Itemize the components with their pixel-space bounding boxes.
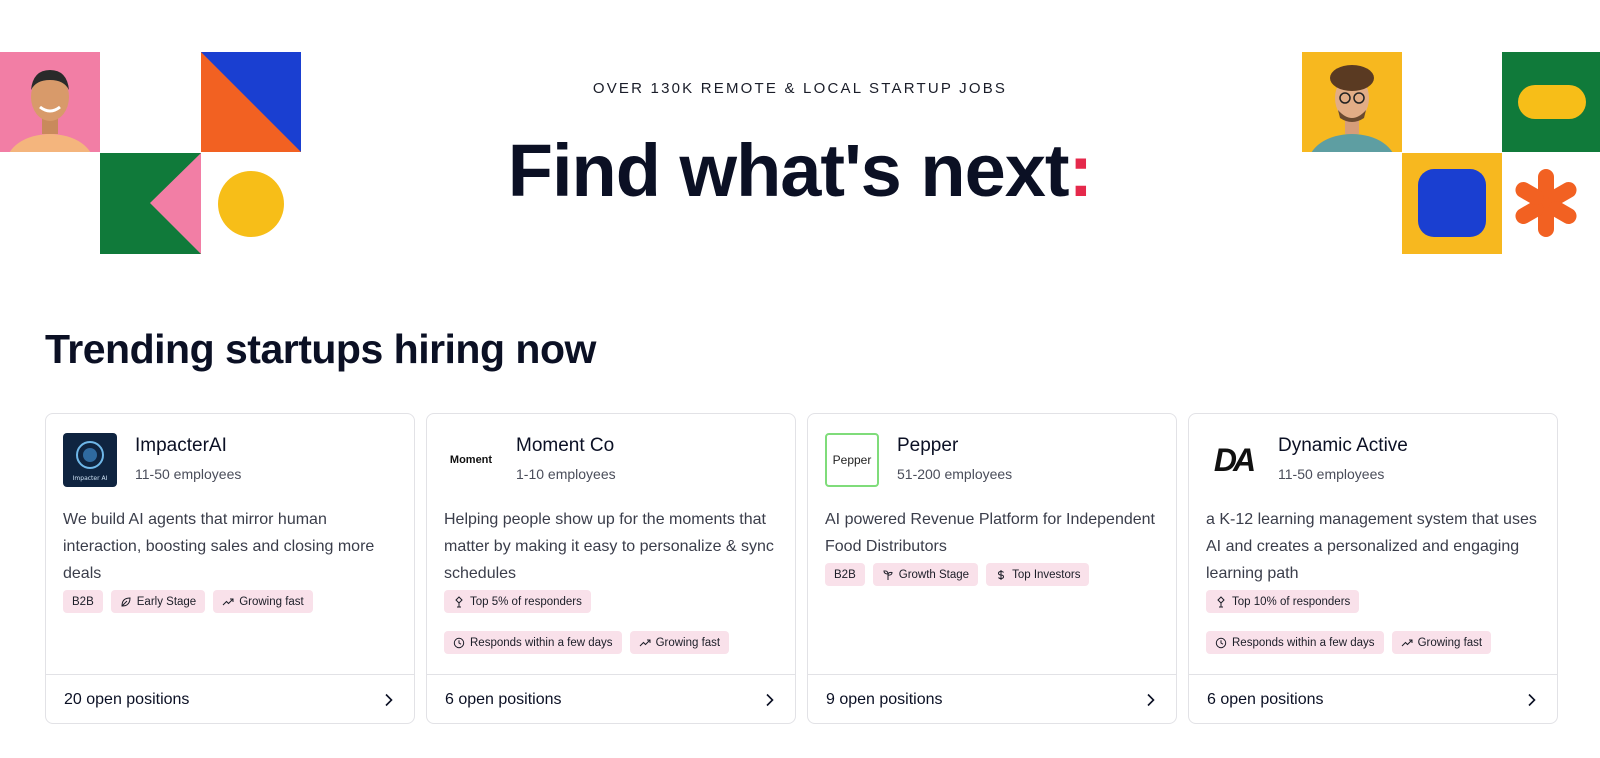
- chevron-right-icon: [1147, 693, 1155, 706]
- chevron-right-icon: [385, 693, 393, 706]
- leaf-icon: [121, 596, 131, 607]
- company-logo: DA: [1206, 433, 1260, 487]
- sprout-icon: [883, 569, 893, 580]
- company-logo-text: DA: [1213, 441, 1256, 478]
- company-size: 11-50 employees: [1278, 466, 1385, 482]
- tag: Growth Stage: [872, 563, 979, 586]
- company-description: a K-12 learning management system that u…: [1206, 511, 1537, 582]
- clock-icon: [453, 637, 465, 648]
- company-name[interactable]: Moment Co: [516, 435, 614, 457]
- chevron-right-icon: [766, 693, 774, 706]
- open-positions-text: 6 open positions: [445, 690, 562, 708]
- company-description: Helping people show up for the moments t…: [444, 511, 774, 582]
- hero-title-text: Find what's next: [507, 129, 1070, 212]
- startup-card[interactable]: DA Dynamic Active 11-50 employees a K-12…: [1188, 413, 1558, 724]
- award-icon: [1217, 595, 1225, 607]
- tag-list: Top 5% of responders Responds within a f…: [444, 590, 789, 654]
- tag: B2B: [825, 563, 865, 586]
- company-logo-text: Moment: [449, 454, 493, 466]
- open-positions-link[interactable]: 6 open positions: [427, 674, 795, 724]
- open-positions-link[interactable]: 6 open positions: [1189, 674, 1557, 724]
- tag: Responds within a few days: [444, 631, 622, 654]
- startup-card[interactable]: Moment Moment Co 1-10 employees Helping …: [426, 413, 796, 724]
- hero-eyebrow: OVER 130K REMOTE & LOCAL STARTUP JOBS: [592, 80, 1008, 97]
- tag: Responds within a few days: [1206, 631, 1384, 654]
- tag-list: B2B Early Stage Growing fast: [63, 590, 408, 613]
- open-positions-text: 9 open positions: [826, 690, 943, 708]
- tag: Growing fast: [1391, 631, 1492, 654]
- company-size: 1-10 employees: [516, 466, 616, 482]
- award-icon: [455, 595, 463, 607]
- section-title: Trending startups hiring now: [45, 326, 596, 372]
- trending-up-icon: [222, 598, 234, 605]
- tag: Early Stage: [110, 590, 206, 613]
- trending-up-icon: [1401, 639, 1413, 646]
- open-positions-link[interactable]: 20 open positions: [46, 674, 414, 724]
- trending-up-icon: [639, 639, 651, 646]
- tag: Top 5% of responders: [444, 590, 591, 613]
- chevron-right-icon: [1528, 693, 1536, 706]
- dollar-icon: [998, 569, 1005, 580]
- tag-list: B2B Growth Stage Top Investors: [825, 563, 1170, 586]
- tag: Top 10% of responders: [1206, 590, 1360, 613]
- clock-icon: [1215, 637, 1227, 648]
- company-description: We build AI agents that mirror human int…: [63, 511, 375, 582]
- hero-title-colon: :: [1068, 129, 1094, 212]
- hero-title: Find what's next:: [0, 128, 1600, 213]
- company-logo-text: Impacter AI: [73, 475, 108, 482]
- tag: Top Investors: [986, 563, 1090, 586]
- company-logo-text: Pepper: [832, 453, 872, 467]
- tag: Growing fast: [213, 590, 313, 613]
- startup-card[interactable]: Impacter AI ImpacterAI 11-50 employees W…: [45, 413, 415, 724]
- open-positions-text: 6 open positions: [1207, 690, 1324, 708]
- company-logo: Impacter AI: [63, 433, 117, 487]
- startup-cards: Impacter AI ImpacterAI 11-50 employees W…: [45, 413, 1558, 724]
- company-description: AI powered Revenue Platform for Independ…: [825, 511, 1155, 555]
- company-name[interactable]: Dynamic Active: [1278, 435, 1408, 457]
- tag-list: Top 10% of responders Responds within a …: [1206, 590, 1551, 654]
- company-logo: Pepper: [825, 433, 879, 487]
- company-size: 11-50 employees: [135, 466, 242, 482]
- open-positions-text: 20 open positions: [64, 690, 190, 708]
- company-size: 51-200 employees: [897, 466, 1013, 482]
- tag: B2B: [63, 590, 103, 613]
- company-logo: Moment: [444, 433, 498, 487]
- open-positions-link[interactable]: 9 open positions: [808, 674, 1176, 724]
- company-name[interactable]: ImpacterAI: [135, 435, 227, 457]
- startup-card[interactable]: Pepper Pepper 51-200 employees AI powere…: [807, 413, 1177, 724]
- company-name[interactable]: Pepper: [897, 435, 958, 457]
- tag: Growing fast: [629, 631, 730, 654]
